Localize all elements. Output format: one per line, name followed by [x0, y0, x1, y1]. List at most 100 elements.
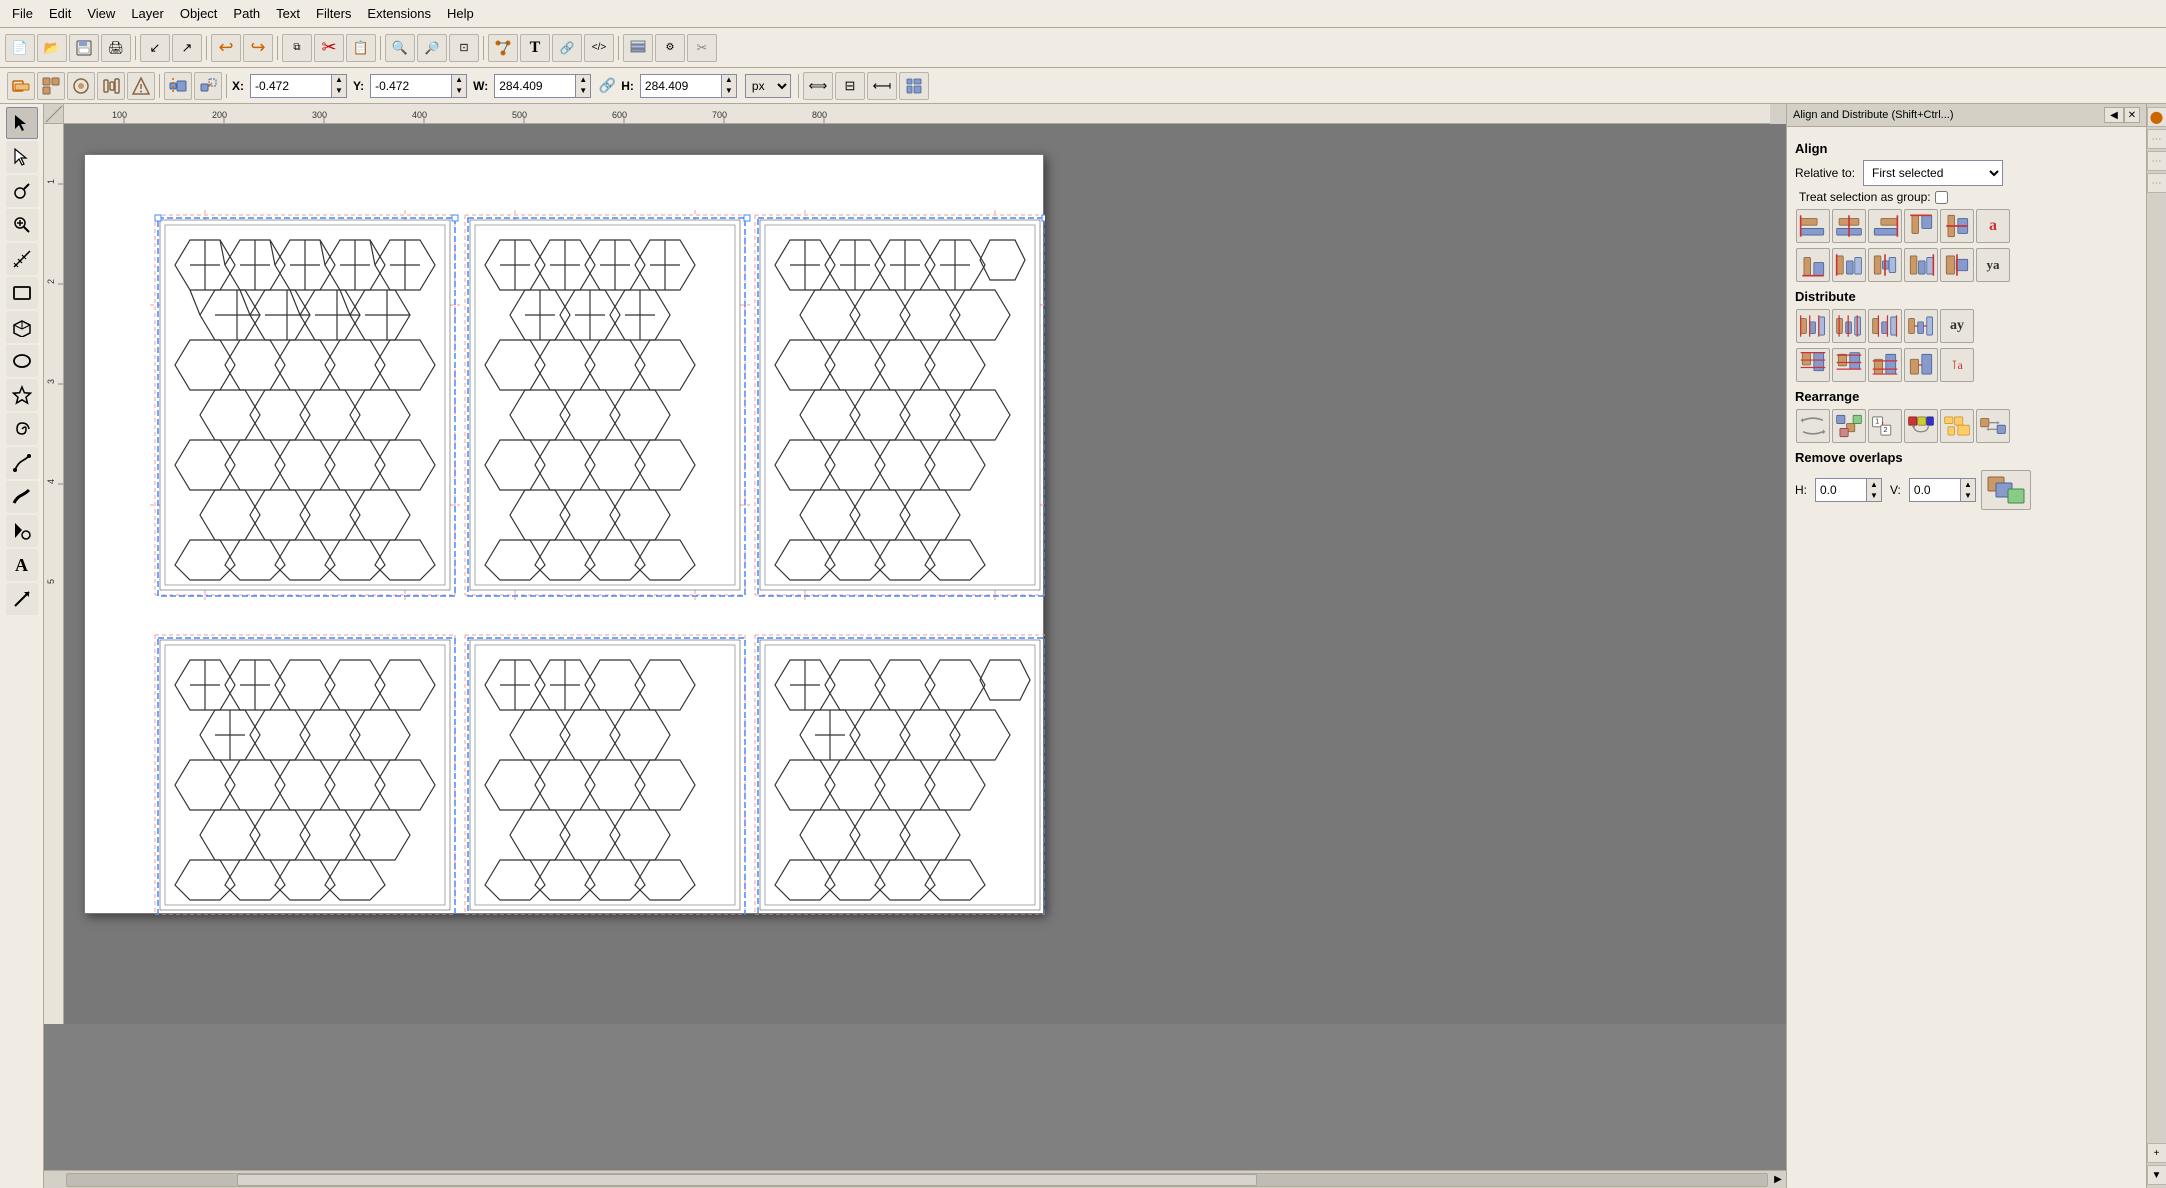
- rect-tool[interactable]: [6, 277, 38, 309]
- text-tool-button2[interactable]: T: [520, 34, 550, 62]
- align-right-anchor-btn[interactable]: [1904, 248, 1938, 282]
- menu-help[interactable]: Help: [439, 4, 482, 23]
- v-overlap-input[interactable]: [1910, 479, 1960, 501]
- menu-text[interactable]: Text: [268, 4, 308, 23]
- zoom-in-button[interactable]: 🔍: [385, 34, 415, 62]
- align-left-edge-button[interactable]: [7, 72, 35, 100]
- panel-close-btn[interactable]: ✕: [2124, 107, 2140, 123]
- dist-left-btn[interactable]: [1796, 309, 1830, 343]
- paste-button[interactable]: 📋: [346, 34, 376, 62]
- x-up[interactable]: ▲: [332, 75, 346, 86]
- align-left-btn[interactable]: [1796, 209, 1830, 243]
- star-tool[interactable]: [6, 379, 38, 411]
- exchange-z-btn[interactable]: 12: [1868, 409, 1902, 443]
- treat-as-group-checkbox[interactable]: [1935, 191, 1948, 204]
- y-down[interactable]: ▼: [452, 86, 466, 97]
- side-btn-3[interactable]: ⋯: [2147, 151, 2166, 171]
- paint-bucket-tool[interactable]: [6, 515, 38, 547]
- layers-button[interactable]: [623, 34, 653, 62]
- panel-collapse-btn[interactable]: ◀: [2104, 107, 2124, 123]
- redo-button[interactable]: ↪: [243, 34, 273, 62]
- align-ya-btn[interactable]: ya: [1976, 248, 2010, 282]
- zoom-fit-button[interactable]: ⊡: [449, 34, 479, 62]
- import-button[interactable]: ↙: [140, 34, 170, 62]
- open-button[interactable]: 📂: [37, 34, 67, 62]
- object-props-btn[interactable]: [127, 72, 155, 100]
- commands-button[interactable]: ⚙: [655, 34, 685, 62]
- distribute-toolbar-btn[interactable]: [97, 72, 125, 100]
- align-center-v-btn[interactable]: [1832, 209, 1866, 243]
- spiral-tool[interactable]: [6, 413, 38, 445]
- transform-left-btn[interactable]: ⟺: [803, 72, 833, 100]
- y-up[interactable]: ▲: [452, 75, 466, 86]
- scroll-right-btn[interactable]: ▶: [1770, 1171, 1786, 1188]
- h-overlap-input[interactable]: [1816, 479, 1866, 501]
- undo-button[interactable]: ↩: [211, 34, 241, 62]
- canvas-content[interactable]: [64, 124, 1786, 1024]
- ungroup-btn[interactable]: [1940, 409, 1974, 443]
- transform-right-btn[interactable]: ⟻: [867, 72, 897, 100]
- copy-defs-button[interactable]: ⧉: [282, 34, 312, 62]
- side-btn-4[interactable]: ⋯: [2147, 173, 2166, 193]
- transform-center-btn[interactable]: ⊟: [835, 72, 865, 100]
- cut-button[interactable]: ✂: [314, 34, 344, 62]
- w-input[interactable]: [495, 75, 575, 97]
- dist-center-v-btn[interactable]: [1832, 309, 1866, 343]
- zoom-tool[interactable]: [6, 209, 38, 241]
- menu-edit[interactable]: Edit: [41, 4, 79, 23]
- h-overlap-up[interactable]: ▲: [1867, 479, 1881, 490]
- transform-btn[interactable]: [194, 72, 222, 100]
- x-down[interactable]: ▼: [332, 86, 346, 97]
- v-overlap-down[interactable]: ▼: [1961, 490, 1975, 501]
- side-btn-expand[interactable]: +: [2147, 1143, 2166, 1163]
- align-extra-btn[interactable]: [1940, 248, 1974, 282]
- menu-path[interactable]: Path: [225, 4, 268, 23]
- align-right-btn[interactable]: [1868, 209, 1902, 243]
- snap-toolbar-btn[interactable]: [37, 72, 65, 100]
- menu-view[interactable]: View: [79, 4, 123, 23]
- dist-top-btn[interactable]: [1796, 348, 1830, 382]
- align-bottom-btn[interactable]: [1796, 248, 1830, 282]
- align-top-btn[interactable]: [1904, 209, 1938, 243]
- relative-to-select[interactable]: First selected Last selected Biggest obj…: [1863, 160, 2003, 186]
- dist-center-h-btn[interactable]: [1832, 348, 1866, 382]
- save-button[interactable]: [69, 34, 99, 62]
- new-button[interactable]: 📄: [5, 34, 35, 62]
- print-button[interactable]: 🖨: [101, 34, 131, 62]
- zoom-out-button[interactable]: 🔎: [417, 34, 447, 62]
- h-scrollbar[interactable]: [66, 1172, 1768, 1188]
- exchange-pos-btn[interactable]: [1976, 409, 2010, 443]
- random-order-btn[interactable]: [1832, 409, 1866, 443]
- dist-text-v-btn[interactable]: ay: [1940, 309, 1974, 343]
- tweak-tool[interactable]: [6, 175, 38, 207]
- h-input[interactable]: [641, 75, 721, 97]
- side-btn-bottom[interactable]: ▼: [2147, 1165, 2166, 1185]
- scissors-button[interactable]: ✂: [687, 34, 717, 62]
- align-text-baseline-btn[interactable]: a: [1976, 209, 2010, 243]
- dist-gaps-h-btn[interactable]: [1904, 348, 1938, 382]
- pencil-tool[interactable]: [6, 447, 38, 479]
- v-overlap-up[interactable]: ▲: [1961, 479, 1975, 490]
- w-up[interactable]: ▲: [576, 75, 590, 86]
- connector-tool[interactable]: [6, 583, 38, 615]
- measure-tool[interactable]: [6, 243, 38, 275]
- 3d-box-tool[interactable]: [6, 311, 38, 343]
- side-btn-1[interactable]: ⬤: [2147, 107, 2166, 127]
- menu-filters[interactable]: Filters: [308, 4, 359, 23]
- menu-extensions[interactable]: Extensions: [359, 4, 439, 23]
- linked-button[interactable]: 🔗: [552, 34, 582, 62]
- x-input[interactable]: [251, 75, 331, 97]
- h-up[interactable]: ▲: [722, 75, 736, 86]
- h-scroll-thumb[interactable]: [237, 1174, 1257, 1186]
- unit-select[interactable]: px mm cm in pt: [745, 74, 791, 98]
- align-left-anchor-btn[interactable]: [1832, 248, 1866, 282]
- node-editor-button[interactable]: [488, 34, 518, 62]
- exchange-btn[interactable]: [1796, 409, 1830, 443]
- w-down[interactable]: ▼: [576, 86, 590, 97]
- align-center-page-btn[interactable]: [1868, 248, 1902, 282]
- dist-bottom-btn[interactable]: [1868, 348, 1902, 382]
- ellipse-tool[interactable]: [6, 345, 38, 377]
- text-tool[interactable]: A: [6, 549, 38, 581]
- side-btn-2[interactable]: ⋯: [2147, 129, 2166, 149]
- lock-proportions-icon[interactable]: 🔗: [597, 76, 617, 96]
